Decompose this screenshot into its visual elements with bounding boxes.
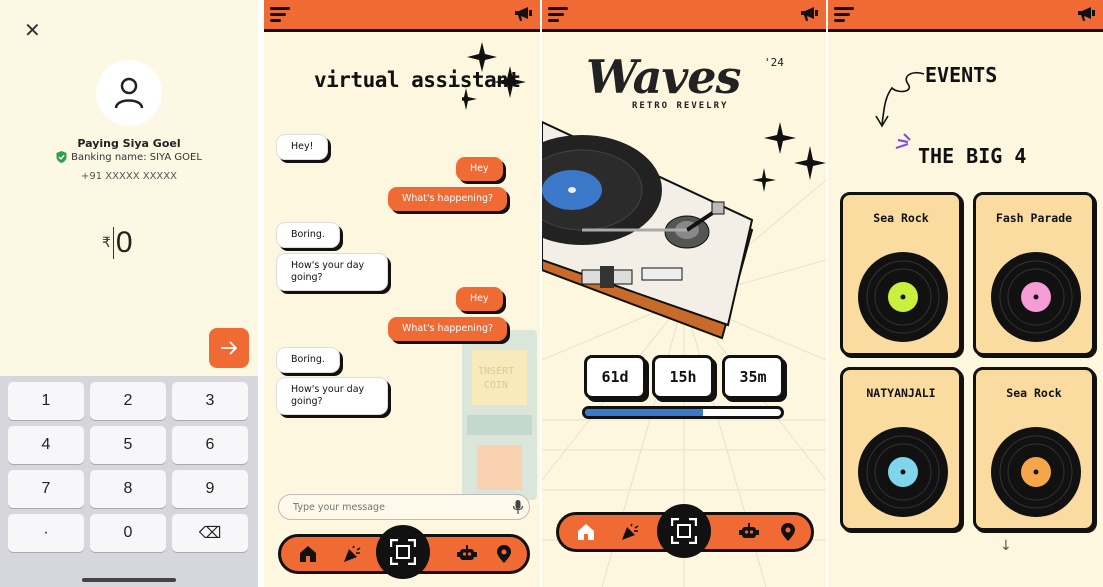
bot-message: How's your day going? — [276, 377, 388, 415]
scan-icon — [671, 518, 697, 544]
numeric-keypad: 1 2 3 4 5 6 7 8 9 · 0 ⌫ — [0, 376, 258, 587]
event-card[interactable]: Sea Rock — [973, 367, 1095, 531]
user-message: What's happening? — [388, 317, 508, 341]
top-bar — [828, 0, 1103, 32]
verified-icon — [56, 151, 67, 163]
key-3[interactable]: 3 — [172, 382, 248, 420]
scan-button[interactable] — [657, 504, 711, 558]
robot-icon[interactable] — [457, 545, 477, 563]
banking-name: Banking name: SIYA GOEL — [71, 151, 202, 163]
location-icon[interactable] — [781, 523, 795, 541]
scroll-down-icon[interactable]: ↓ — [1000, 538, 1012, 554]
event-name: Sea Rock — [873, 211, 929, 225]
location-icon[interactable] — [497, 545, 511, 563]
top-bar — [542, 0, 826, 32]
message-input-container — [278, 494, 530, 520]
assistant-screen: INSERT COIN virtual assistant Hey! Hey W… — [264, 0, 540, 587]
megaphone-icon[interactable] — [514, 6, 534, 22]
payee-phone: +91 XXXXX XXXXX — [81, 171, 177, 182]
robot-icon[interactable] — [739, 523, 759, 541]
countdown-days: 61d — [584, 355, 646, 399]
turntable-illustration — [542, 120, 754, 340]
events-screen: EVENTS THE BIG 4 Sea Rock Fash Parade NA… — [828, 0, 1103, 587]
curly-arrow-icon — [875, 71, 925, 128]
text-caret — [112, 227, 114, 259]
home-screen: Waves '24 RETRO REVELRY 61d 15h 35m — [542, 0, 826, 587]
key-9[interactable]: 9 — [172, 470, 248, 508]
payment-screen: ✕ Paying Siya Goel Banking name: SIYA GO… — [0, 0, 258, 587]
user-message: Hey — [456, 287, 503, 311]
home-icon[interactable] — [577, 523, 595, 541]
key-6[interactable]: 6 — [172, 426, 248, 464]
highlight-marks-icon — [895, 133, 911, 150]
screenshot-collage: ✕ Paying Siya Goel Banking name: SIYA GO… — [0, 0, 1103, 587]
bot-message: Boring. — [276, 347, 340, 373]
page-title: EVENTS — [925, 63, 998, 87]
currency-symbol: ₹ — [102, 235, 111, 251]
key-5[interactable]: 5 — [90, 426, 166, 464]
arrow-right-icon — [221, 341, 238, 355]
proceed-button[interactable] — [209, 328, 249, 368]
user-message: What's happening? — [388, 187, 508, 211]
event-name: NATYANJALI — [866, 386, 936, 400]
vinyl-record-icon — [858, 427, 948, 517]
key-2[interactable]: 2 — [90, 382, 166, 420]
microphone-icon[interactable] — [513, 500, 523, 514]
avatar — [96, 60, 162, 126]
party-icon[interactable] — [621, 523, 639, 541]
vinyl-record-icon — [858, 252, 948, 342]
amount-field[interactable]: ₹ 0 — [102, 226, 133, 260]
event-name: Fash Parade — [995, 211, 1073, 225]
event-card[interactable]: Fash Parade — [973, 192, 1095, 356]
key-0[interactable]: 0 — [90, 514, 166, 552]
scan-button[interactable] — [376, 525, 430, 579]
key-dot[interactable]: · — [8, 514, 84, 552]
countdown-minutes: 35m — [722, 355, 784, 399]
megaphone-icon[interactable] — [800, 6, 820, 22]
top-bar — [264, 0, 540, 32]
event-card[interactable]: NATYANJALI — [840, 367, 962, 531]
scan-icon — [390, 539, 416, 565]
countdown-progress-bar — [582, 406, 784, 419]
menu-icon[interactable] — [270, 7, 290, 23]
party-icon[interactable] — [343, 545, 361, 563]
event-name: Sea Rock — [1006, 386, 1062, 400]
message-input[interactable] — [279, 495, 489, 520]
key-7[interactable]: 7 — [8, 470, 84, 508]
home-icon[interactable] — [299, 545, 317, 563]
menu-icon[interactable] — [834, 7, 854, 23]
sparkle-icon — [462, 42, 526, 110]
event-logo: Waves — [586, 50, 741, 104]
key-8[interactable]: 8 — [90, 470, 166, 508]
bot-message: How's your day going? — [276, 253, 388, 291]
bot-message: Boring. — [276, 222, 340, 248]
countdown-hours: 15h — [652, 355, 714, 399]
user-message: Hey — [456, 157, 503, 181]
amount-value: 0 — [115, 226, 133, 259]
bot-message: Hey! — [276, 134, 329, 160]
payee-name: Paying Siya Goel — [77, 137, 181, 150]
svg-text:COIN: COIN — [484, 380, 508, 391]
section-title: THE BIG 4 — [918, 144, 1027, 168]
event-tagline: RETRO REVELRY — [632, 101, 729, 111]
vinyl-record-icon — [991, 427, 1081, 517]
progress-fill — [585, 409, 703, 416]
home-indicator — [82, 578, 176, 582]
arcade-machine-illustration: INSERT COIN — [462, 330, 537, 500]
key-4[interactable]: 4 — [8, 426, 84, 464]
sparkle-icon — [752, 122, 826, 192]
close-icon[interactable]: ✕ — [24, 20, 41, 40]
key-1[interactable]: 1 — [8, 382, 84, 420]
menu-icon[interactable] — [548, 7, 568, 23]
svg-text:INSERT: INSERT — [478, 366, 514, 377]
backspace-key[interactable]: ⌫ — [172, 514, 248, 552]
banking-name-row: Banking name: SIYA GOEL — [0, 151, 258, 163]
megaphone-icon[interactable] — [1077, 6, 1097, 22]
vinyl-record-icon — [991, 252, 1081, 342]
user-icon — [114, 77, 144, 109]
event-year: '24 — [764, 56, 784, 69]
event-card[interactable]: Sea Rock — [840, 192, 962, 356]
